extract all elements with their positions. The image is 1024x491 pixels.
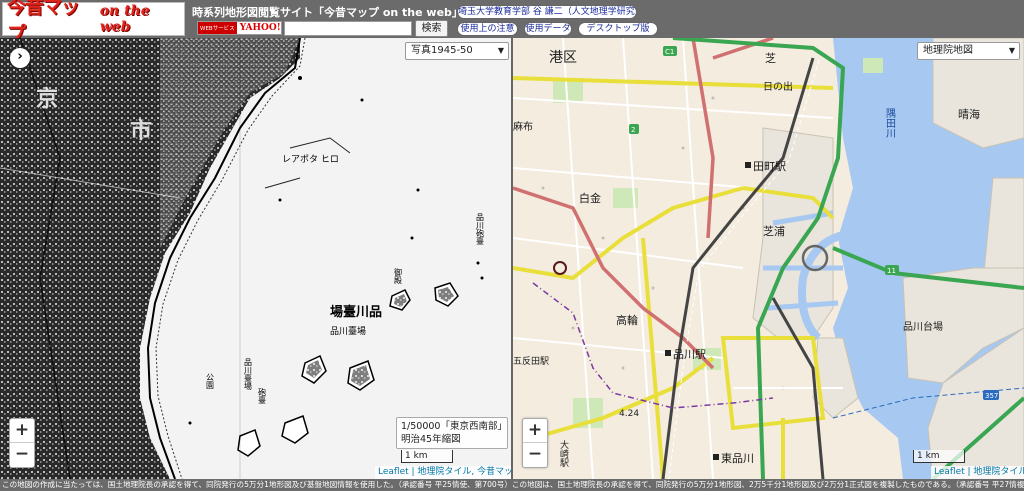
left-scale-bar: 1 km (401, 450, 453, 463)
label-elevation: 4.24 (619, 409, 639, 419)
label-shibaura: 芝浦 (763, 225, 785, 238)
site-logo[interactable]: 今昔マップ on the web (2, 0, 185, 45)
svg-text:御殿: 御殿 (394, 267, 403, 285)
modern-map-canvas[interactable]: C1 2 11 357 港区 芝 日の出 晴海 隅田川 麻布 田町駅 白金 芝浦… (513, 38, 1024, 479)
app-window: 今昔マップ on the web 時系列地形図閲覧サイト「今昔マップ on th… (0, 0, 1024, 491)
yahoo-logo: YAHOO! (239, 23, 281, 33)
label-takanawa: 高輪 (616, 313, 638, 327)
route-2-label: 2 (631, 126, 635, 134)
copyright-footer: この地図の作成に当たっては、国土地理院長の承認を得て、同院発行の5万分1地形図及… (0, 479, 1024, 491)
label-shi: 市 (130, 118, 152, 144)
map-sheet-edition: 明治45年縮図 (401, 434, 461, 445)
label-minato: 港区 (549, 50, 577, 66)
map-sheet-info: 1/50000「東京西南部」 明治45年縮図 (396, 417, 508, 449)
left-zoom-out-button[interactable]: − (10, 443, 34, 467)
right-zoom-in-button[interactable]: + (523, 419, 547, 443)
desktop-version-button[interactable]: デスクトップ版 (578, 22, 658, 36)
historical-map-canvas[interactable]: 品川砲臺 御殿 品川臺場 砲臺 公園 京 市 レアポタ ヒロ 場臺川品 品川臺場 (0, 38, 511, 479)
left-zoom-control: + − (9, 418, 35, 468)
svg-text:公園: 公園 (206, 373, 215, 390)
site-title: 時系列地形図閲覧サイト「今昔マップ on the web」 (192, 6, 463, 19)
map-sheet-name: 1/50000「東京西南部」 (401, 421, 507, 432)
route-c1-label: C1 (665, 48, 674, 56)
label-shinagawa-station: 品川駅 (673, 348, 706, 361)
author-link-button[interactable]: 埼玉大学教育学部 谷 謙二（人文地理学研究室） (457, 5, 637, 19)
label-sheet-caption: 品川臺場 (330, 325, 366, 337)
svg-text:品川砲臺: 品川砲臺 (476, 213, 485, 245)
usage-notes-button[interactable]: 使用上の注意 (457, 22, 518, 36)
label-gotanda-station: 五反田駅 (513, 356, 549, 367)
header-bar: 今昔マップ on the web 時系列地形図閲覧サイト「今昔マップ on th… (0, 0, 1024, 45)
label-daiba: 場臺川品 (330, 304, 382, 320)
yahoo-badge-label: WEBサービス (198, 22, 237, 34)
label-kyo: 京 (36, 86, 58, 112)
logo-en-text: on the web (99, 3, 150, 35)
search-button[interactable]: 検索 (415, 20, 448, 37)
modern-map-pane[interactable]: C1 2 11 357 港区 芝 日の出 晴海 隅田川 麻布 田町駅 白金 芝浦… (513, 38, 1024, 479)
label-senro: レアポタ ヒロ (282, 154, 339, 165)
label-azabu: 麻布 (513, 120, 533, 133)
label-tamachi-station: 田町駅 (753, 160, 786, 173)
right-attribution[interactable]: Leaflet | 地理院タイル (931, 466, 1024, 479)
place-search-input[interactable] (284, 21, 412, 36)
historical-map-select-value: 写真1945-50 (411, 45, 473, 56)
label-shinagawa-daiba: 品川台場 (903, 320, 943, 333)
label-harumi: 晴海 (958, 107, 980, 121)
chevron-down-icon: ▼ (1008, 46, 1015, 55)
svg-text:砲臺: 砲臺 (258, 387, 267, 404)
label-higashi-shinagawa: 東品川 (721, 452, 754, 465)
label-hinode: 日の出 (763, 80, 793, 93)
route-357-label: 357 (985, 392, 998, 400)
historical-map-pane[interactable]: 品川砲臺 御殿 品川臺場 砲臺 公園 京 市 レアポタ ヒロ 場臺川品 品川臺場… (0, 38, 511, 479)
modern-map-select[interactable]: 地理院地図 ▼ (917, 42, 1020, 60)
label-sumidagawa: 隅田川 (884, 108, 896, 138)
label-shiba: 芝 (765, 52, 776, 65)
right-scale-bar: 1 km (913, 450, 965, 463)
left-attribution[interactable]: Leaflet | 地理院タイル, 今昔マップ (375, 466, 511, 479)
svg-text:品川臺場: 品川臺場 (244, 358, 253, 391)
historical-map-select[interactable]: 写真1945-50 ▼ (405, 42, 509, 60)
yahoo-credit-badge[interactable]: WEBサービス YAHOO! (197, 21, 282, 35)
label-osaki-station: 大崎駅 (558, 439, 569, 468)
left-zoom-in-button[interactable]: + (10, 419, 34, 443)
usage-data-button[interactable]: 使用データ (524, 22, 572, 36)
label-shirokane: 白金 (579, 191, 601, 205)
right-zoom-out-button[interactable]: − (523, 443, 547, 467)
chevron-down-icon: ▼ (497, 46, 504, 55)
modern-map-select-value: 地理院地図 (923, 45, 973, 56)
right-zoom-control: + − (522, 418, 548, 468)
panel-toggle-button[interactable]: › (10, 48, 30, 68)
route-11-label: 11 (887, 267, 896, 275)
